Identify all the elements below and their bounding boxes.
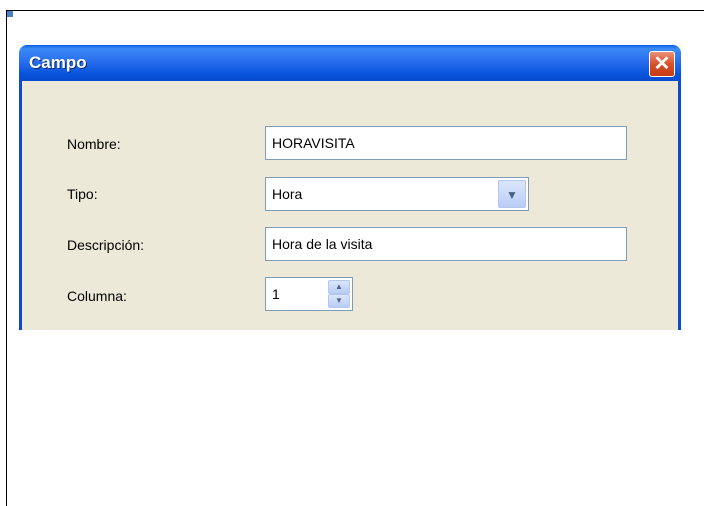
spin-up-icon[interactable]: ▲ [328, 280, 350, 294]
campo-dialog: Campo ✕ Nombre: HORAVISITA Tipo: Hora ▼ … [19, 45, 681, 330]
close-button[interactable]: ✕ [649, 51, 675, 77]
nombre-value: HORAVISITA [272, 135, 355, 151]
descripcion-input[interactable]: Hora de la visita [265, 227, 627, 261]
nombre-label: Nombre: [67, 136, 121, 152]
descripcion-value: Hora de la visita [272, 236, 373, 252]
columna-stepper[interactable]: 1 ▲ ▼ [265, 277, 353, 311]
descripcion-label: Descripción: [67, 237, 145, 253]
dialog-body: Nombre: HORAVISITA Tipo: Hora ▼ Descripc… [19, 81, 681, 330]
nombre-input[interactable]: HORAVISITA [265, 126, 627, 160]
columna-label: Columna: [67, 288, 127, 304]
close-icon: ✕ [653, 53, 671, 75]
tipo-label: Tipo: [67, 186, 98, 202]
chevron-down-icon[interactable]: ▼ [498, 180, 526, 208]
corner-mark-icon [7, 11, 13, 17]
dialog-titlebar[interactable]: Campo ✕ [19, 45, 681, 81]
tipo-value: Hora [272, 186, 303, 202]
spin-down-icon[interactable]: ▼ [328, 294, 350, 308]
dialog-title: Campo [29, 53, 87, 72]
tipo-select[interactable]: Hora ▼ [265, 177, 529, 211]
spin-buttons: ▲ ▼ [328, 280, 350, 308]
columna-value: 1 [272, 286, 280, 302]
